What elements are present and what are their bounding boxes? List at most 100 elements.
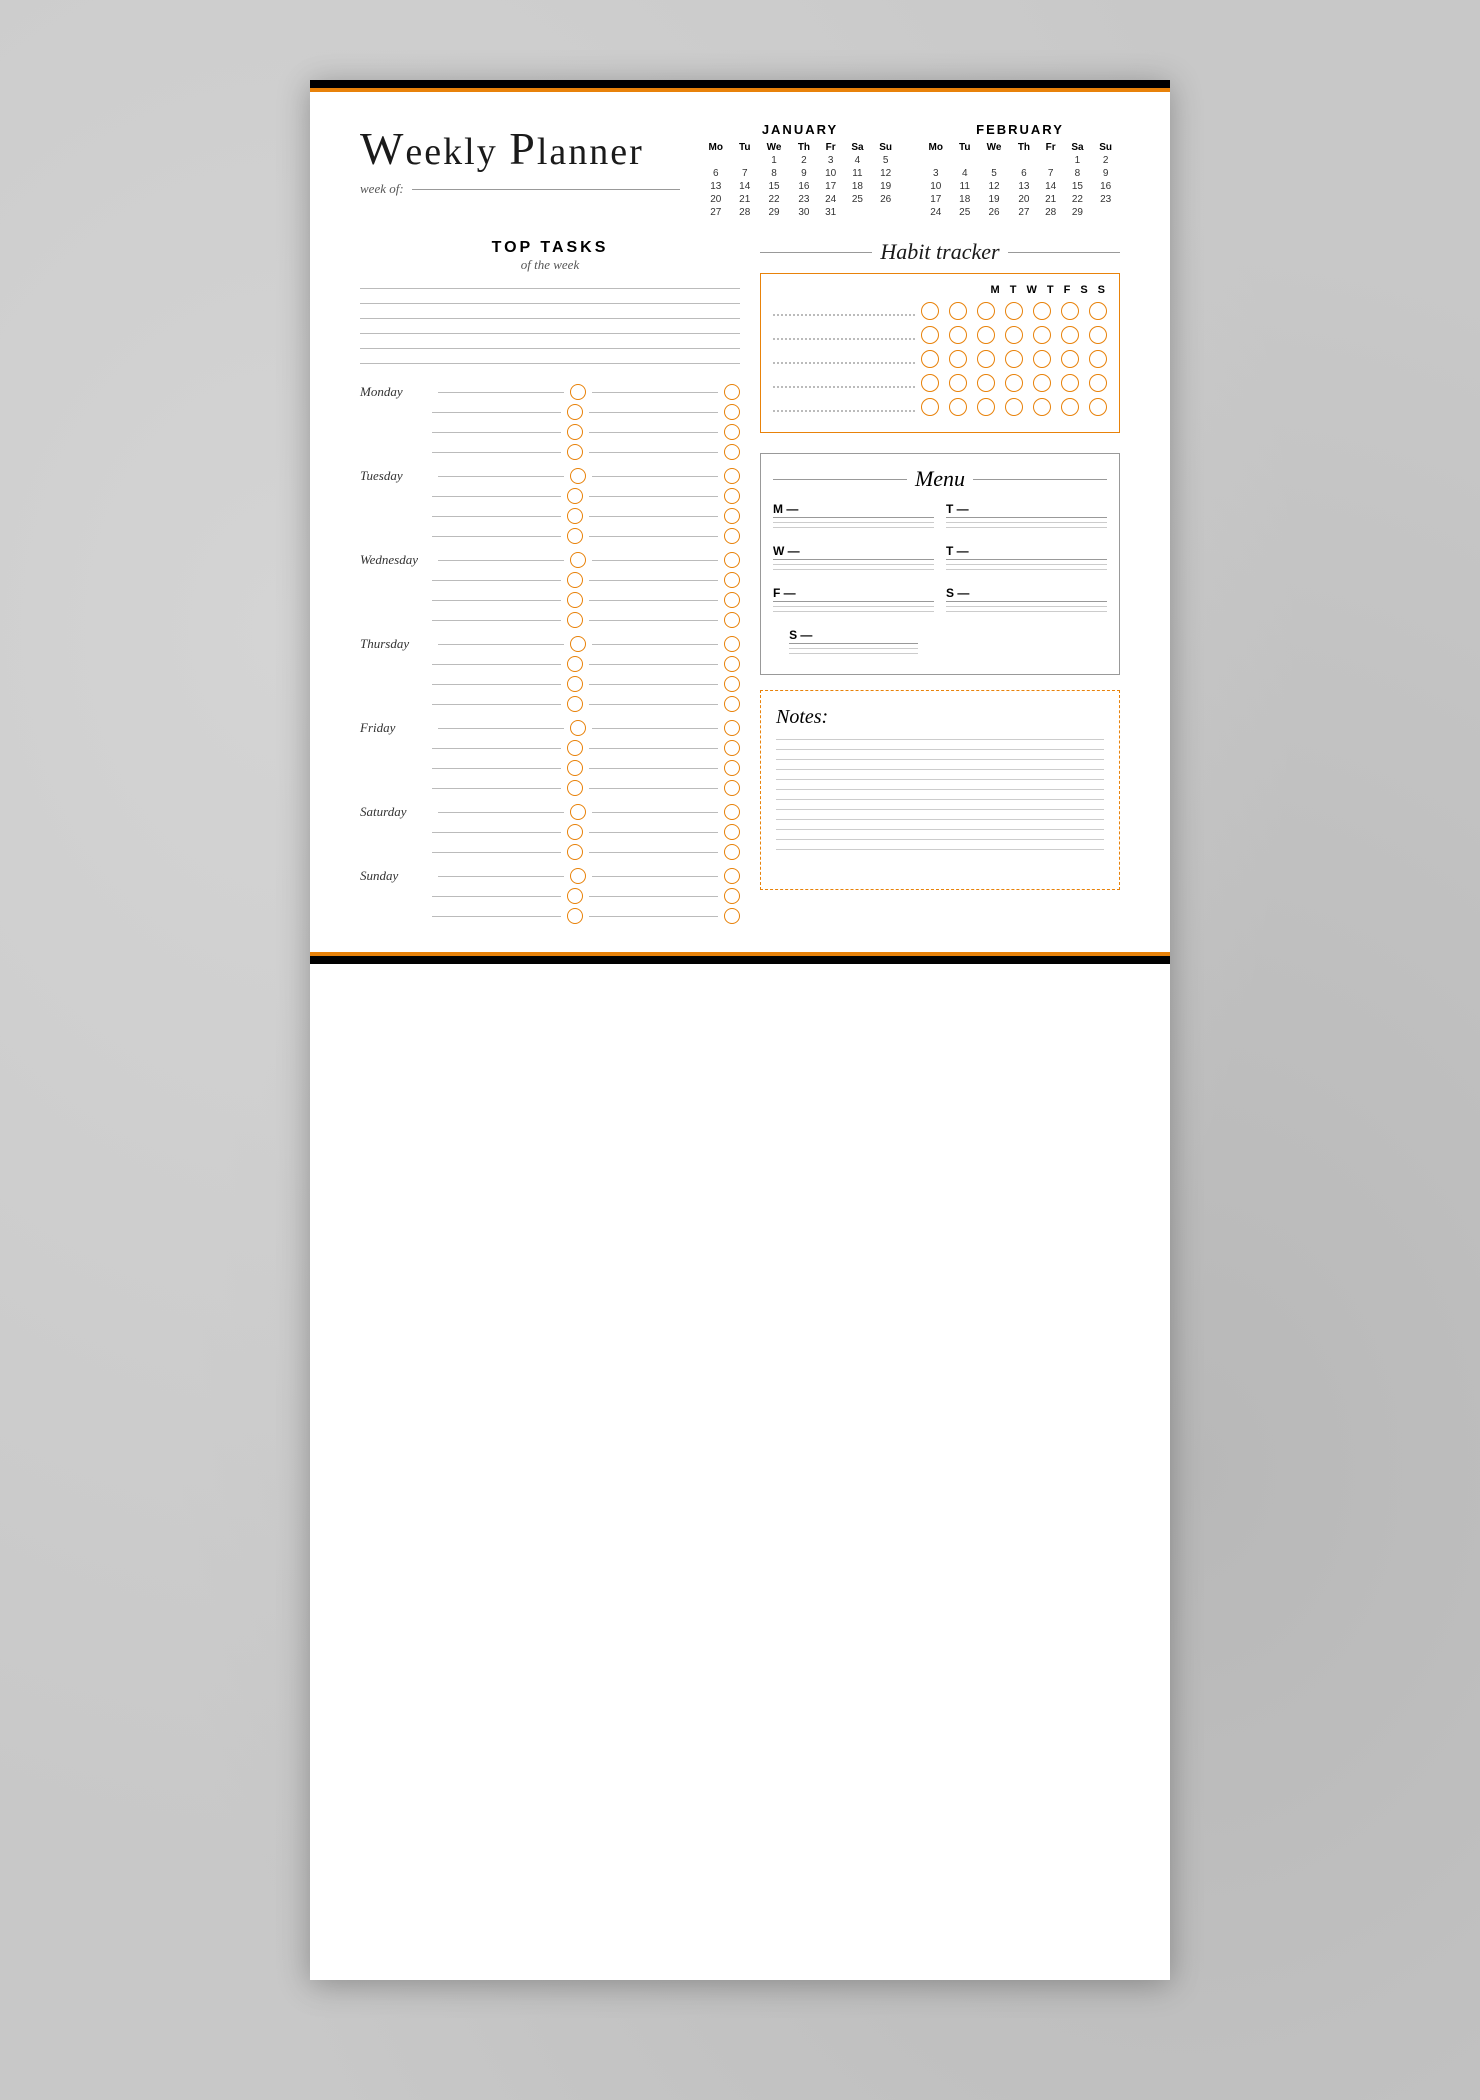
menu-day-tuesday: T — — [946, 502, 1107, 532]
circle-monday-right-1[interactable] — [724, 404, 740, 420]
circle-thursday-right-2[interactable] — [724, 676, 740, 692]
day-circle-right-tuesday[interactable] — [724, 468, 740, 484]
feb-cell: 6 — [1010, 167, 1038, 180]
day-circle-right-friday[interactable] — [724, 720, 740, 736]
circle-wednesday-right-2[interactable] — [724, 592, 740, 608]
day-circle-right-sunday[interactable] — [724, 868, 740, 884]
habit-circle-3-4[interactable] — [1005, 350, 1023, 368]
habit-circle-5-7[interactable] — [1089, 398, 1107, 416]
habit-circle-4-1[interactable] — [921, 374, 939, 392]
line-left — [432, 516, 561, 517]
habit-circle-4-7[interactable] — [1089, 374, 1107, 392]
circle-friday-right-1[interactable] — [724, 740, 740, 756]
habit-circle-1-6[interactable] — [1061, 302, 1079, 320]
habit-circle-3-5[interactable] — [1033, 350, 1051, 368]
circle-friday-right-2[interactable] — [724, 760, 740, 776]
habit-circle-5-2[interactable] — [949, 398, 967, 416]
circle-friday-left-2[interactable] — [567, 760, 583, 776]
circle-monday-left-1[interactable] — [567, 404, 583, 420]
circle-monday-right-3[interactable] — [724, 444, 740, 460]
habit-circle-2-6[interactable] — [1061, 326, 1079, 344]
circle-sunday-right-2[interactable] — [724, 908, 740, 924]
circle-tuesday-right-2[interactable] — [724, 508, 740, 524]
day-circle-left-sunday[interactable] — [570, 868, 586, 884]
circle-saturday-left-2[interactable] — [567, 844, 583, 860]
habit-circle-4-3[interactable] — [977, 374, 995, 392]
circle-saturday-right-1[interactable] — [724, 824, 740, 840]
day-circle-left-monday[interactable] — [570, 384, 586, 400]
day-circle-left-wednesday[interactable] — [570, 552, 586, 568]
habit-circle-3-1[interactable] — [921, 350, 939, 368]
circle-thursday-left-2[interactable] — [567, 676, 583, 692]
circle-wednesday-left-2[interactable] — [567, 592, 583, 608]
circle-thursday-left-3[interactable] — [567, 696, 583, 712]
circle-saturday-left-1[interactable] — [567, 824, 583, 840]
day-circle-right-thursday[interactable] — [724, 636, 740, 652]
circle-monday-left-3[interactable] — [567, 444, 583, 460]
circle-tuesday-left-2[interactable] — [567, 508, 583, 524]
habit-circle-2-3[interactable] — [977, 326, 995, 344]
circle-friday-left-3[interactable] — [567, 780, 583, 796]
habit-circle-1-4[interactable] — [1005, 302, 1023, 320]
habit-circle-1-1[interactable] — [921, 302, 939, 320]
habit-circle-5-3[interactable] — [977, 398, 995, 416]
day-circle-right-monday[interactable] — [724, 384, 740, 400]
habit-circle-3-3[interactable] — [977, 350, 995, 368]
circle-wednesday-right-1[interactable] — [724, 572, 740, 588]
habit-circle-1-2[interactable] — [949, 302, 967, 320]
circle-monday-right-2[interactable] — [724, 424, 740, 440]
habit-circle-5-5[interactable] — [1033, 398, 1051, 416]
circle-friday-left-1[interactable] — [567, 740, 583, 756]
circle-sunday-left-2[interactable] — [567, 908, 583, 924]
habit-circle-2-7[interactable] — [1089, 326, 1107, 344]
day-circle-left-saturday[interactable] — [570, 804, 586, 820]
jan-cell: 3 — [818, 154, 844, 167]
circle-thursday-left-1[interactable] — [567, 656, 583, 672]
habit-circle-2-4[interactable] — [1005, 326, 1023, 344]
circle-thursday-right-1[interactable] — [724, 656, 740, 672]
circle-wednesday-right-3[interactable] — [724, 612, 740, 628]
circle-wednesday-left-3[interactable] — [567, 612, 583, 628]
habit-circle-5-6[interactable] — [1061, 398, 1079, 416]
circle-monday-left-2[interactable] — [567, 424, 583, 440]
habit-circle-1-3[interactable] — [977, 302, 995, 320]
habit-row-4 — [773, 374, 1107, 392]
feb-cell — [978, 154, 1010, 167]
day-circle-left-thursday[interactable] — [570, 636, 586, 652]
feb-row: 10111213141516 — [920, 180, 1120, 193]
week-of-line: week of: — [360, 181, 680, 197]
habit-circle-5-4[interactable] — [1005, 398, 1023, 416]
circle-tuesday-right-1[interactable] — [724, 488, 740, 504]
habit-circle-1-5[interactable] — [1033, 302, 1051, 320]
day-circle-right-wednesday[interactable] — [724, 552, 740, 568]
habit-circle-3-6[interactable] — [1061, 350, 1079, 368]
habit-circle-3-2[interactable] — [949, 350, 967, 368]
habit-circle-2-5[interactable] — [1033, 326, 1051, 344]
circle-thursday-right-3[interactable] — [724, 696, 740, 712]
circle-tuesday-left-3[interactable] — [567, 528, 583, 544]
circle-sunday-right-1[interactable] — [724, 888, 740, 904]
day-circle-left-tuesday[interactable] — [570, 468, 586, 484]
habit-circle-5-1[interactable] — [921, 398, 939, 416]
circle-friday-right-3[interactable] — [724, 780, 740, 796]
feb-row: 242526272829 — [920, 206, 1120, 219]
circle-tuesday-right-3[interactable] — [724, 528, 740, 544]
circle-saturday-right-2[interactable] — [724, 844, 740, 860]
day-header-monday: Monday — [360, 384, 740, 400]
circle-tuesday-left-1[interactable] — [567, 488, 583, 504]
feb-cell: 13 — [1010, 180, 1038, 193]
circle-wednesday-left-1[interactable] — [567, 572, 583, 588]
habit-circle-4-4[interactable] — [1005, 374, 1023, 392]
day-circle-left-friday[interactable] — [570, 720, 586, 736]
habit-circle-2-2[interactable] — [949, 326, 967, 344]
habit-circle-4-6[interactable] — [1061, 374, 1079, 392]
habit-circle-4-2[interactable] — [949, 374, 967, 392]
jan-cell: 6 — [700, 167, 732, 180]
feb-cell: 7 — [1038, 167, 1064, 180]
day-circle-right-saturday[interactable] — [724, 804, 740, 820]
habit-circle-4-5[interactable] — [1033, 374, 1051, 392]
habit-circle-3-7[interactable] — [1089, 350, 1107, 368]
habit-circle-1-7[interactable] — [1089, 302, 1107, 320]
circle-sunday-left-1[interactable] — [567, 888, 583, 904]
habit-circle-2-1[interactable] — [921, 326, 939, 344]
